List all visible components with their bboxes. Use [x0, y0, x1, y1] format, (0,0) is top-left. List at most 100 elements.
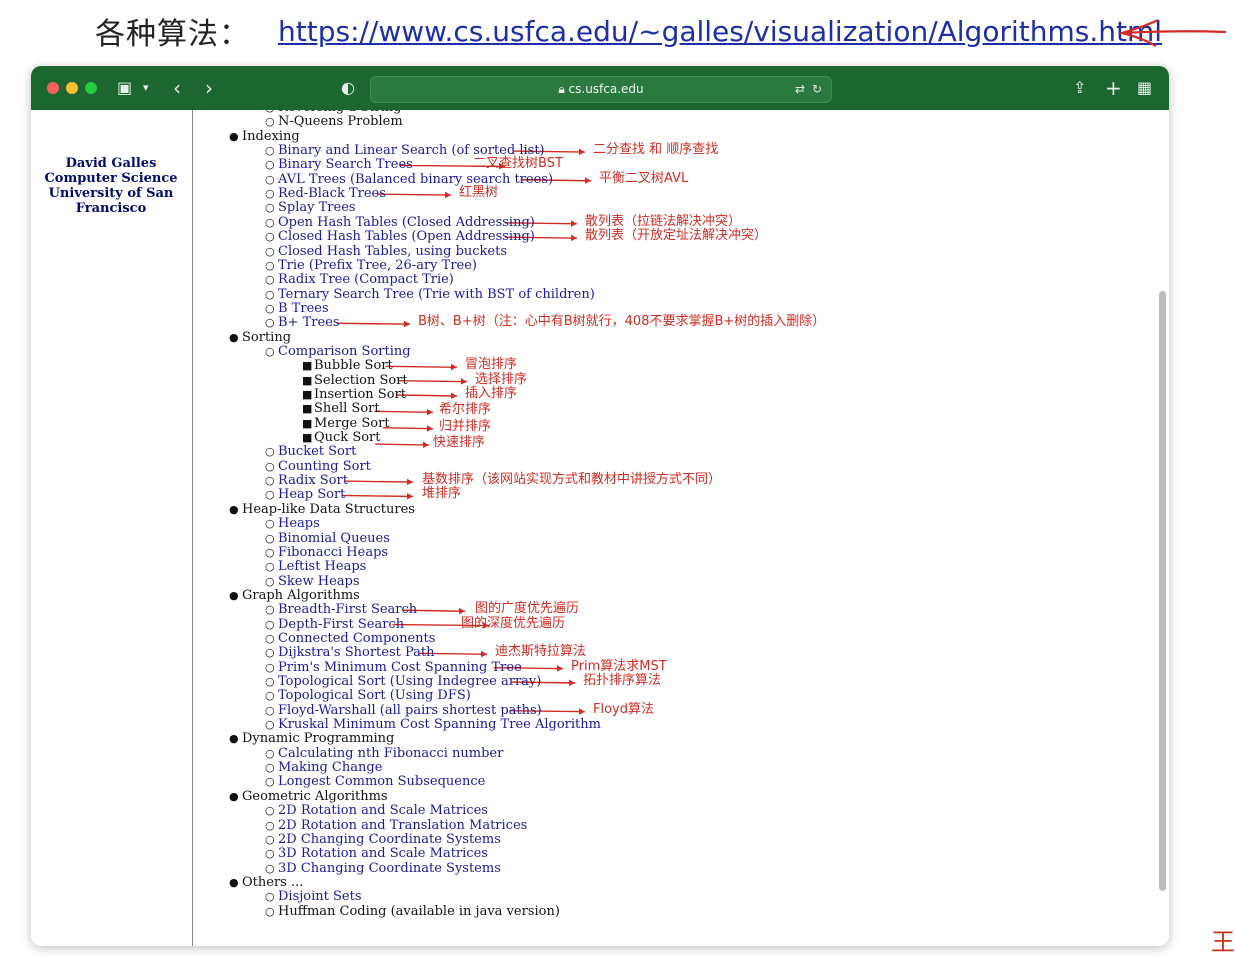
item-bullet: ○ — [265, 861, 275, 875]
caption-url-link[interactable]: https://www.cs.usfca.edu/~galles/visuali… — [278, 15, 1162, 48]
algorithm-link[interactable]: Splay Trees — [278, 201, 356, 215]
algorithm-link[interactable]: Disjoint Sets — [278, 890, 362, 904]
algorithm-link[interactable]: Making Change — [278, 761, 382, 775]
item-bullet: ○ — [265, 115, 275, 129]
algorithm-link[interactable]: Depth-First Search — [278, 617, 404, 632]
algorithm-link[interactable]: B Trees — [278, 301, 329, 316]
annotation-note: 图的广度优先遍历 — [475, 601, 580, 617]
algorithm-link[interactable]: Topological Sort (Using DFS) — [278, 689, 471, 703]
close-window-button[interactable] — [47, 82, 59, 94]
algorithm-link[interactable]: Fibonacci Heaps — [278, 545, 388, 560]
item-bullet: ○ — [265, 775, 275, 789]
item-bullet: ○ — [265, 459, 275, 473]
arrow-head-icon — [427, 425, 433, 432]
algorithm-link[interactable]: Red-Black Trees — [278, 187, 386, 201]
forward-icon[interactable]: › — [205, 66, 213, 110]
algorithm-link[interactable]: Ternary Search Tree (Trie with BST of ch… — [278, 287, 595, 302]
item-bullet: ○ — [265, 474, 275, 488]
item-bullet: ○ — [265, 201, 275, 215]
lock-icon: 🔒︎ — [558, 82, 569, 96]
algorithm-link[interactable]: Binomial Queues — [278, 531, 390, 546]
item-bullet: ○ — [265, 646, 275, 660]
scrollbar[interactable] — [1159, 291, 1166, 891]
browser-window: ▣ ▾ ‹ › ◐ 🔒︎ cs.usfca.edu ⇄ ↻ ⇪ + ▦ Davi… — [31, 66, 1169, 946]
arrow-head-icon — [571, 220, 577, 227]
algorithm-link[interactable]: Calculating nth Fibonacci number — [278, 746, 503, 761]
algorithm-link[interactable]: 3D Changing Coordinate Systems — [278, 861, 501, 876]
annotation-arrow — [397, 394, 458, 397]
item-bullet: ○ — [265, 158, 275, 172]
algorithm-link[interactable]: Leftist Heaps — [278, 560, 366, 574]
algorithm-link[interactable]: Closed Hash Tables (Open Addressing) — [278, 230, 535, 244]
algorithm-link[interactable]: Longest Common Subsequence — [278, 775, 485, 789]
new-tab-icon[interactable]: + — [1105, 66, 1122, 110]
item-bullet: ○ — [265, 172, 275, 186]
address-bar[interactable]: 🔒︎ cs.usfca.edu ⇄ ↻ — [370, 76, 832, 103]
algorithm-link[interactable]: Heap Sort — [278, 488, 345, 502]
algorithm-link[interactable]: Closed Hash Tables, using buckets — [278, 244, 507, 259]
sort-item: Insertion Sort — [314, 387, 406, 402]
algorithm-link[interactable]: Open Hash Tables (Closed Addressing) — [278, 215, 535, 230]
algorithm-link[interactable]: Counting Sort — [278, 459, 371, 474]
algorithm-link[interactable]: Radix Sort — [278, 474, 348, 488]
algorithm-link: Huffman Coding (available in java versio… — [278, 903, 560, 919]
caption: 各种算法： https://www.cs.usfca.edu/~galles/v… — [95, 8, 1162, 54]
tab-overview-icon[interactable]: ▦ — [1137, 66, 1152, 110]
item-bullet: ○ — [265, 244, 275, 258]
algorithm-link[interactable]: Heaps — [278, 517, 320, 531]
section-bullet: ● — [229, 789, 239, 803]
item-bullet: ○ — [265, 904, 275, 918]
share-icon[interactable]: ⇪ — [1073, 66, 1086, 110]
address-host: 🔒︎ cs.usfca.edu — [558, 82, 644, 96]
item-bullet: ○ — [265, 675, 275, 688]
minimize-window-button[interactable] — [66, 82, 78, 94]
algorithm-link[interactable]: Radix Tree (Compact Trie) — [278, 273, 454, 287]
arrow-head-icon — [407, 492, 413, 500]
algorithm-link[interactable]: Skew Heaps — [278, 574, 360, 589]
sort-item: Merge Sort — [314, 415, 390, 431]
sort-item: Bubble Sort — [314, 358, 393, 374]
shield-icon[interactable]: ◐ — [341, 66, 355, 110]
reload-icon[interactable]: ↻ — [812, 77, 822, 102]
annotation-note: Prim算法求MST — [571, 658, 667, 674]
zoom-window-button[interactable] — [85, 82, 97, 94]
item-bullet: ○ — [265, 746, 275, 760]
arrow-head-icon — [451, 363, 457, 371]
arrow-head-icon — [423, 441, 429, 449]
algorithm-link[interactable]: Topological Sort (Using Indegree array) — [278, 675, 541, 689]
section-bullet: ● — [229, 330, 239, 344]
item-bullet: ○ — [265, 603, 275, 617]
sidebar-toggle-icon[interactable]: ▣ — [117, 66, 132, 110]
arrow-head-icon — [445, 191, 451, 199]
algorithm-link[interactable]: Kruskal Minimum Cost Spanning Tree Algor… — [278, 718, 601, 732]
algorithm-link[interactable]: Connected Components — [278, 631, 435, 646]
translate-icon[interactable]: ⇄ — [795, 77, 805, 102]
algorithm-link[interactable]: 2D Changing Coordinate Systems — [278, 832, 501, 847]
arrow-head-icon — [451, 392, 457, 399]
annotation-arrow — [336, 322, 411, 325]
algorithm-link[interactable]: B+ Trees — [278, 316, 340, 330]
algorithm-link[interactable]: 2D Rotation and Scale Matrices — [278, 804, 488, 818]
algorithm-link[interactable]: Floyd-Warshall (all pairs shortest paths… — [278, 703, 542, 718]
chevron-down-icon[interactable]: ▾ — [143, 66, 149, 110]
back-icon[interactable]: ‹ — [173, 66, 181, 110]
section-bullet: ● — [229, 502, 239, 516]
institution-name: David Galles Computer Science University… — [44, 156, 178, 216]
algorithm-link[interactable]: AVL Trees (Balanced binary search trees) — [278, 172, 553, 187]
algorithm-link[interactable]: 3D Rotation and Scale Matrices — [278, 847, 488, 861]
annotation-note: 迪杰斯特拉算法 — [495, 644, 587, 660]
algorithm-link[interactable]: 2D Rotation and Translation Matrices — [278, 818, 527, 833]
algorithm-link[interactable]: Bucket Sort — [278, 445, 356, 459]
annotation-note: 拓扑排序算法 — [583, 673, 662, 688]
browser-toolbar: ▣ ▾ ‹ › ◐ 🔒︎ cs.usfca.edu ⇄ ↻ ⇪ + ▦ — [31, 66, 1169, 110]
algorithm-link[interactable]: Breadth-First Search — [278, 603, 417, 617]
algorithm-link[interactable]: Dijkstra's Shortest Path — [278, 646, 435, 660]
algorithm-link[interactable]: Comparison Sorting — [278, 344, 411, 359]
annotation-note: 基数排序（该网站实现方式和教材中讲授方式不同） — [422, 472, 722, 488]
algorithm-link[interactable]: Prim's Minimum Cost Spanning Tree — [278, 660, 522, 675]
algorithm-link[interactable]: Binary Search Trees — [278, 158, 413, 172]
arrow-head-icon — [585, 177, 591, 184]
sub-bullet: ■ — [302, 373, 313, 387]
algorithm-link[interactable]: Trie (Prefix Tree, 26-ary Tree) — [278, 258, 477, 273]
annotation-note: 归并排序 — [439, 418, 492, 434]
